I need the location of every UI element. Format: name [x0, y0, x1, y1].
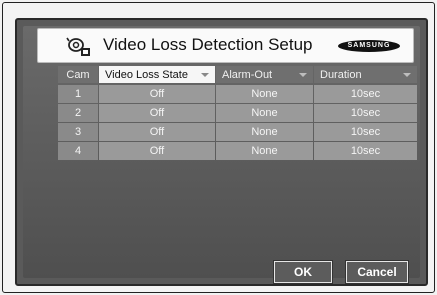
video-loss-state-cell[interactable]: Off [99, 123, 215, 141]
column-header-alarm-out[interactable]: Alarm-Out [216, 66, 313, 83]
video-loss-state-cell[interactable]: Off [99, 104, 215, 122]
samsung-logo: SAMSUNG [338, 40, 400, 52]
chevron-down-icon [403, 73, 411, 77]
cam-number: 2 [58, 104, 98, 122]
table-row: 1 Off None 10sec [58, 85, 418, 103]
column-header-label: Alarm-Out [222, 68, 273, 81]
duration-cell[interactable]: 10sec [314, 85, 417, 103]
settings-table: Cam Video Loss State Alarm-Out Duration … [58, 66, 418, 161]
alarm-out-cell[interactable]: None [216, 123, 313, 141]
cancel-button[interactable]: Cancel [345, 260, 409, 284]
chevron-down-icon [299, 73, 307, 77]
title-bar: Video Loss Detection Setup SAMSUNG [37, 28, 414, 63]
video-loss-state-cell[interactable]: Off [99, 142, 215, 160]
table-header: Cam Video Loss State Alarm-Out Duration [58, 66, 418, 83]
alarm-out-cell[interactable]: None [216, 104, 313, 122]
column-header-label: Video Loss State [105, 68, 188, 81]
cam-number: 3 [58, 123, 98, 141]
column-header-cam: Cam [58, 66, 98, 83]
duration-cell[interactable]: 10sec [314, 123, 417, 141]
osd-screen: Video Loss Detection Setup SAMSUNG Cam V… [15, 18, 428, 286]
duration-cell[interactable]: 10sec [314, 104, 417, 122]
table-row: 2 Off None 10sec [58, 104, 418, 122]
column-header-label: Duration [320, 68, 362, 81]
chevron-down-icon [201, 73, 209, 77]
table-row: 4 Off None 10sec [58, 142, 418, 160]
duration-cell[interactable]: 10sec [314, 142, 417, 160]
page-title: Video Loss Detection Setup [103, 35, 313, 54]
alarm-out-cell[interactable]: None [216, 85, 313, 103]
cam-number: 1 [58, 85, 98, 103]
column-header-duration[interactable]: Duration [314, 66, 417, 83]
video-loss-state-cell[interactable]: Off [99, 85, 215, 103]
cam-number: 4 [58, 142, 98, 160]
column-header-video-loss-state[interactable]: Video Loss State [99, 66, 215, 83]
video-camera-settings-icon [66, 37, 90, 56]
table-row: 3 Off None 10sec [58, 123, 418, 141]
monitor-bezel: Video Loss Detection Setup SAMSUNG Cam V… [2, 2, 435, 293]
alarm-out-cell[interactable]: None [216, 142, 313, 160]
ok-button[interactable]: OK [273, 260, 333, 284]
